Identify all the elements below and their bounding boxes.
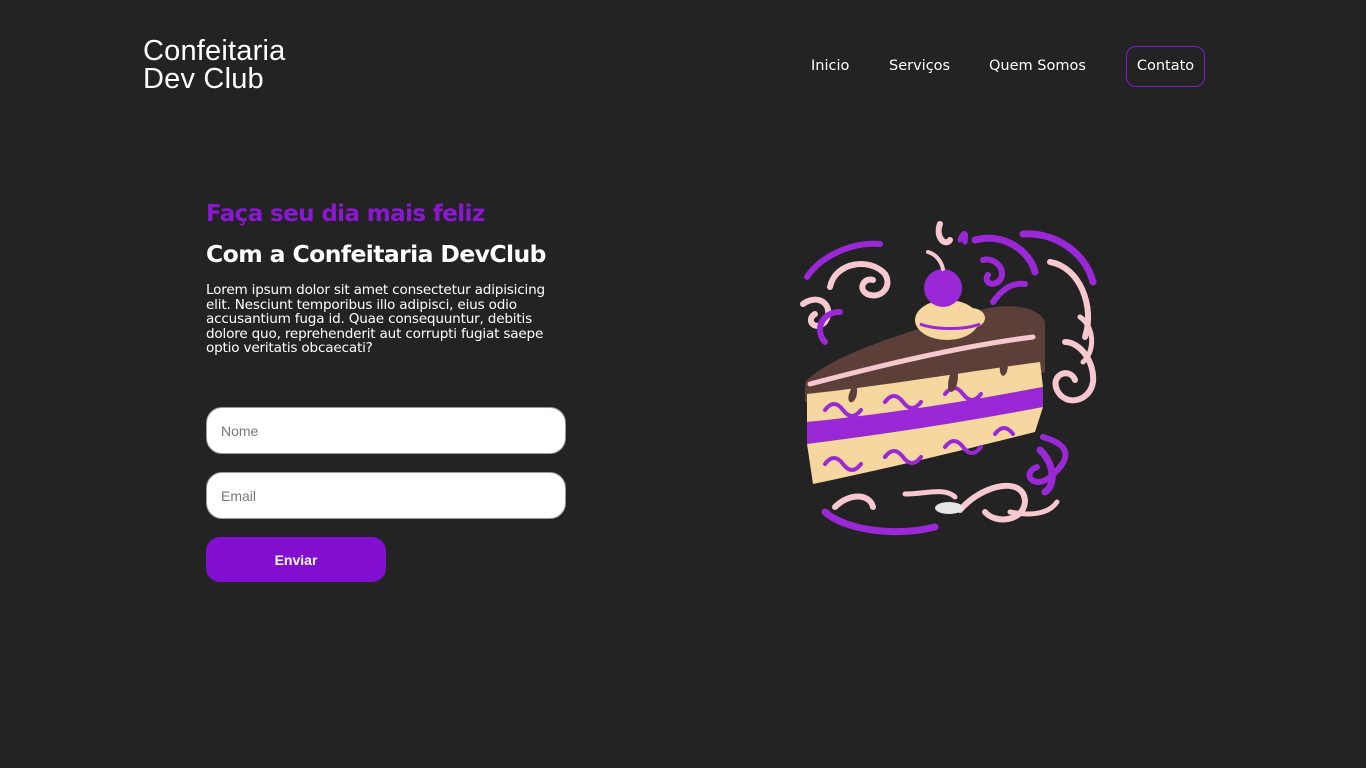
nav-item-servicos[interactable]: Serviços [889, 46, 950, 87]
signup-form: Enviar [206, 407, 566, 582]
nav-item-quem-somos[interactable]: Quem Somos [989, 46, 1086, 87]
nav-item-contato[interactable]: Contato [1126, 46, 1205, 87]
main-nav: Inicio Serviços Quem Somos Contato [0, 46, 1366, 87]
cake-slice-illustration [800, 221, 1097, 536]
hero-section: Faça seu dia mais feliz Com a Confeitari… [206, 198, 586, 356]
hero-description: Lorem ipsum dolor sit amet consectetur a… [206, 282, 545, 357]
name-input[interactable] [206, 407, 566, 454]
landing-page: Confeitaria Dev Club Inicio Serviços Que… [0, 0, 1366, 768]
hero-kicker: Faça seu dia mais feliz [206, 201, 485, 227]
nav-item-inicio[interactable]: Inicio [811, 46, 849, 87]
submit-button[interactable]: Enviar [206, 537, 386, 582]
email-input[interactable] [206, 472, 566, 519]
hero-headline: Com a Confeitaria DevClub [206, 240, 546, 268]
